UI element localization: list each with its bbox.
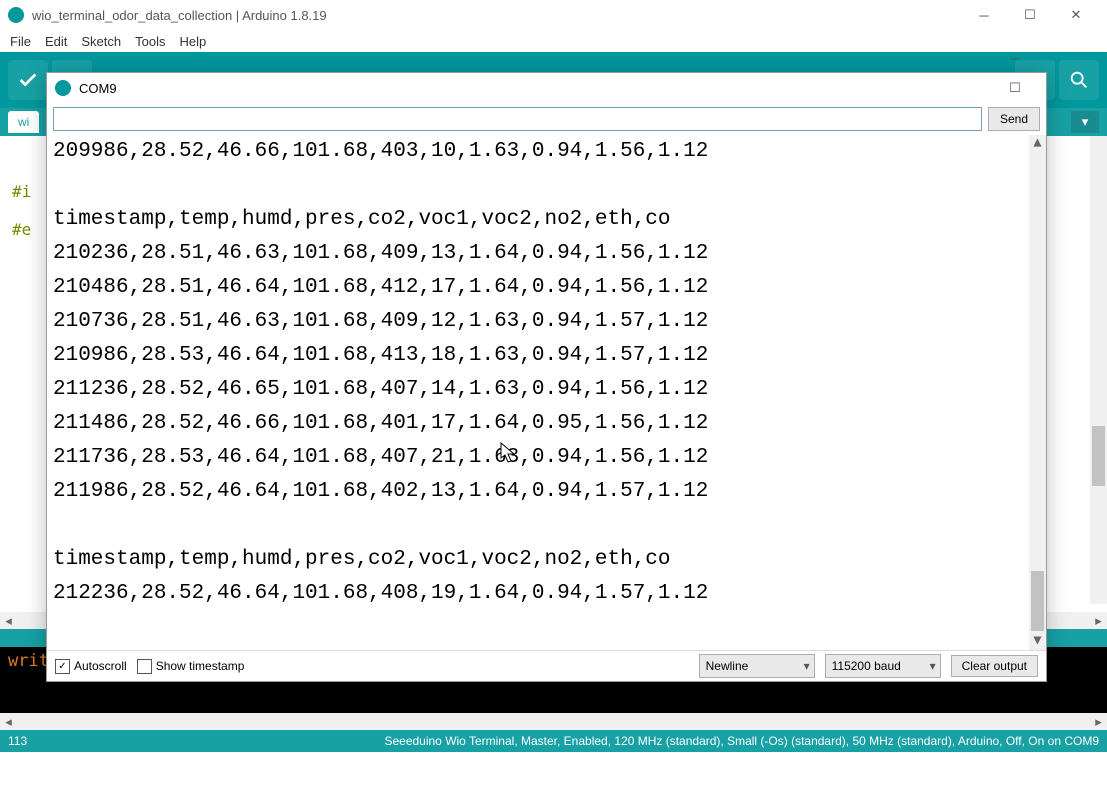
serial-line: 210486,28.51,46.64,101.68,412,17,1.64,0.… [53, 276, 708, 299]
clear-output-button[interactable]: Clear output [951, 655, 1038, 677]
verify-button[interactable] [8, 60, 48, 100]
maximize-button[interactable]: ☐ [1007, 0, 1053, 30]
checkbox-icon [55, 659, 70, 674]
check-icon [17, 69, 39, 91]
magnify-icon [1068, 69, 1090, 91]
serial-footer: Autoscroll Show timestamp Newline 115200… [47, 650, 1046, 681]
arduino-icon [8, 7, 24, 23]
menu-bar: File Edit Sketch Tools Help [0, 30, 1107, 52]
serial-line: 210736,28.51,46.63,101.68,409,12,1.63,0.… [53, 310, 708, 333]
serial-window-title: COM9 [79, 81, 992, 96]
tab-label: wi [18, 115, 29, 129]
minimize-button[interactable]: ─ [961, 0, 1007, 30]
status-bar: 113 Seeeduino Wio Terminal, Master, Enab… [0, 730, 1107, 752]
serial-output[interactable]: 209986,28.52,46.66,101.68,403,10,1.63,0.… [47, 135, 1046, 650]
show-timestamp-label: Show timestamp [156, 659, 245, 673]
serial-monitor-window: COM9 ─ ☐ ✕ Send 209986,28.52,46.66,101.6… [46, 72, 1047, 682]
menu-file[interactable]: File [8, 34, 33, 49]
serial-minimize-button[interactable]: ─ [992, 43, 1038, 73]
line-ending-select[interactable]: Newline [699, 654, 815, 678]
serial-line: 211486,28.52,46.66,101.68,401,17,1.64,0.… [53, 412, 708, 435]
serial-line: timestamp,temp,humd,pres,co2,voc1,voc2,n… [53, 208, 671, 231]
serial-monitor-button[interactable] [1059, 60, 1099, 100]
scroll-left-icon[interactable]: ◂ [0, 612, 17, 629]
menu-edit[interactable]: Edit [43, 34, 69, 49]
serial-titlebar: COM9 ─ ☐ ✕ [47, 73, 1046, 103]
scroll-up-icon[interactable]: ▴ [1029, 135, 1046, 152]
close-button[interactable]: ✕ [1053, 0, 1099, 30]
baud-select[interactable]: 115200 baud [825, 654, 941, 678]
console-horizontal-scrollbar[interactable]: ◂ ▸ [0, 713, 1107, 730]
serial-maximize-button[interactable]: ☐ [992, 73, 1038, 103]
serial-line: 210236,28.51,46.63,101.68,409,13,1.64,0.… [53, 242, 708, 265]
editor-line: #e [12, 220, 31, 239]
status-board-info: Seeeduino Wio Terminal, Master, Enabled,… [27, 734, 1099, 748]
serial-line: 212236,28.52,46.64,101.68,408,19,1.64,0.… [53, 582, 708, 605]
serial-vertical-scrollbar[interactable]: ▴ ▾ [1029, 135, 1046, 650]
menu-help[interactable]: Help [177, 34, 208, 49]
show-timestamp-checkbox[interactable]: Show timestamp [137, 659, 245, 674]
window-title: wio_terminal_odor_data_collection | Ardu… [32, 8, 961, 23]
line-ending-value: Newline [706, 659, 749, 673]
tab-active[interactable]: wi [8, 111, 39, 133]
scroll-right-icon[interactable]: ▸ [1090, 713, 1107, 730]
serial-line: 211236,28.52,46.65,101.68,407,14,1.63,0.… [53, 378, 708, 401]
menu-tools[interactable]: Tools [133, 34, 167, 49]
serial-line: 210986,28.53,46.64,101.68,413,18,1.63,0.… [53, 344, 708, 367]
baud-value: 115200 baud [832, 659, 901, 673]
scroll-left-icon[interactable]: ◂ [0, 713, 17, 730]
editor-line: #i [12, 182, 31, 201]
scroll-right-icon[interactable]: ▸ [1090, 612, 1107, 629]
serial-line: 209986,28.52,46.66,101.68,403,10,1.63,0.… [53, 140, 708, 163]
serial-line: timestamp,temp,humd,pres,co2,voc1,voc2,n… [53, 548, 671, 571]
serial-line: 211736,28.53,46.64,101.68,407,21,1.63,0.… [53, 446, 708, 469]
serial-line: 211986,28.52,46.64,101.68,402,13,1.64,0.… [53, 480, 708, 503]
send-button[interactable]: Send [988, 107, 1040, 131]
status-line-number: 113 [8, 734, 27, 748]
autoscroll-checkbox[interactable]: Autoscroll [55, 659, 127, 674]
serial-input[interactable] [53, 107, 982, 131]
editor-vertical-scrollbar[interactable] [1090, 136, 1107, 604]
main-titlebar: wio_terminal_odor_data_collection | Ardu… [0, 0, 1107, 30]
serial-input-row: Send [47, 103, 1046, 135]
checkbox-icon [137, 659, 152, 674]
tab-menu-button[interactable]: ▾ [1071, 111, 1099, 133]
arduino-icon [55, 80, 71, 96]
menu-sketch[interactable]: Sketch [79, 34, 123, 49]
autoscroll-label: Autoscroll [74, 659, 127, 673]
scroll-down-icon[interactable]: ▾ [1029, 633, 1046, 650]
